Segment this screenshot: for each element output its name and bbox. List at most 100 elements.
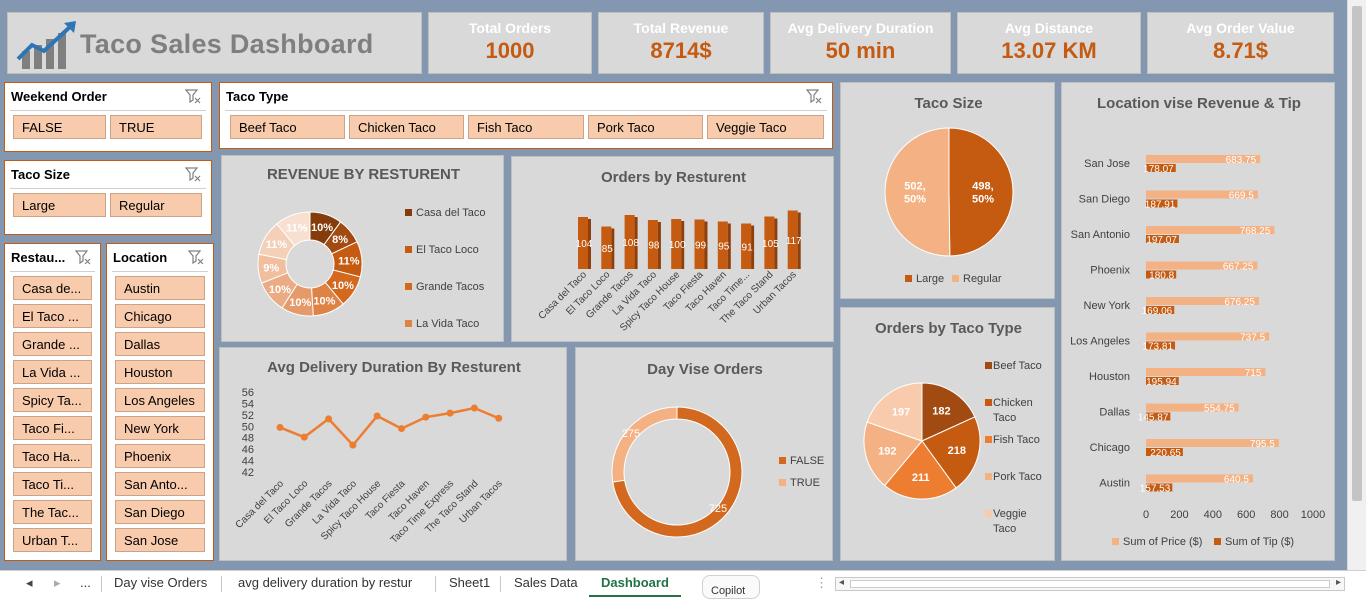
slicer-chip[interactable]: Austin (115, 276, 205, 300)
legend-swatch (985, 362, 992, 369)
category-label: Los Angeles (1070, 336, 1130, 348)
data-label: 187.91 (1145, 200, 1176, 211)
clear-filter-icon[interactable] (185, 166, 201, 182)
slicer-chip[interactable]: Fish Taco (468, 115, 584, 139)
slicer-chip[interactable]: The Tac... (13, 500, 92, 524)
slicer-title: Taco Size (11, 167, 71, 182)
slicer-chip[interactable]: El Taco ... (13, 304, 92, 328)
kpi-total-revenue: Total Revenue 8714$ (598, 12, 764, 74)
slicer-chip[interactable]: New York (115, 416, 205, 440)
data-label: 9% (263, 263, 279, 275)
tick-label: 400 (1204, 509, 1222, 521)
data-label: 180.8 (1149, 271, 1174, 282)
slicer-chip[interactable]: Phoenix (115, 444, 205, 468)
data-label: 715 (1245, 368, 1262, 379)
tab-day-vise-orders[interactable]: Day vise Orders (114, 575, 207, 590)
legend-swatch (405, 320, 412, 327)
data-label: 220.65 (1150, 448, 1181, 459)
legend-label: Beef Taco (993, 360, 1042, 372)
data-label: 108 (622, 238, 639, 249)
tab-dashboard[interactable]: Dashboard (589, 571, 681, 597)
data-label: 98 (648, 241, 660, 252)
slicer-chip[interactable]: Grande ... (13, 332, 92, 356)
slicer-chip[interactable]: Casa de... (13, 276, 92, 300)
tick-label: 48 (242, 433, 254, 445)
slicer-chip[interactable]: Beef Taco (230, 115, 345, 139)
legend-swatch (779, 457, 786, 464)
slicer-chip[interactable]: TRUE (110, 115, 202, 139)
kpi-value: 13.07 KM (1001, 38, 1097, 63)
legend-label: TRUE (790, 477, 820, 489)
horizontal-scrollbar[interactable]: ◂ ▸ (835, 577, 1345, 591)
slicer-chip[interactable]: Urban T... (13, 528, 92, 552)
tab-scroll-prev-icon[interactable]: ◂ (26, 575, 33, 591)
legend-label: FALSE (790, 455, 824, 467)
clear-filter-icon[interactable] (188, 249, 204, 265)
slicer-chip[interactable]: Regular (110, 193, 202, 217)
slicer-chip[interactable]: Taco Ha... (13, 444, 92, 468)
copilot-button[interactable]: Copilot (702, 575, 760, 599)
scrollbar-thumb[interactable] (1352, 6, 1362, 501)
data-label: 676.25 (1224, 297, 1255, 308)
slicer-restaurant: Restau... Casa de... El Taco ... Grande ..… (4, 243, 101, 561)
clear-filter-icon[interactable] (75, 249, 91, 265)
data-label: 50% (904, 194, 926, 206)
legend-swatch (405, 283, 412, 290)
kpi-label: Total Orders (468, 20, 552, 36)
tab-sheet1[interactable]: Sheet1 (449, 575, 490, 590)
tab-avg-delivery-duration[interactable]: avg delivery duration by restur (238, 575, 412, 590)
slicer-chip[interactable]: San Anto... (115, 472, 205, 496)
data-label: 8% (332, 234, 348, 246)
tab-split-handle[interactable]: ⋮ (815, 575, 828, 591)
clear-filter-icon[interactable] (185, 88, 201, 104)
data-label: 211 (912, 472, 930, 484)
data-label: 100 (669, 240, 686, 251)
data-label: 145.87 (1138, 413, 1169, 424)
data-point (495, 414, 503, 422)
orders-by-taco-type-panel: Orders by Taco Type 182 218 211 192 197 Beef … (840, 307, 1055, 561)
data-label: 85 (602, 244, 614, 255)
data-label: 640.5 (1224, 475, 1249, 486)
data-label: 169.06 (1142, 306, 1173, 317)
vertical-scrollbar[interactable] (1347, 0, 1366, 570)
slicer-chip[interactable]: Los Angeles (115, 388, 205, 412)
more-tabs-button[interactable]: ... (80, 575, 91, 590)
slicer-chip[interactable]: Spicy Ta... (13, 388, 92, 412)
legend-label: La Vida Taco (416, 318, 479, 330)
tab-sales-data[interactable]: Sales Data (514, 575, 578, 590)
data-label: 768.25 (1240, 226, 1271, 237)
slicer-chip[interactable]: Veggie Taco (707, 115, 824, 139)
tick-label: 46 (242, 444, 254, 456)
kpi-avg-delivery-duration: Avg Delivery Duration 50 min (770, 12, 951, 74)
legend-swatch (985, 510, 992, 517)
location-revenue-tip-panel: Location vise Revenue & Tip San Jose 683.… (1061, 82, 1335, 561)
scroll-right-icon[interactable]: ▸ (1336, 577, 1341, 588)
series-line (279, 406, 500, 448)
tab-scroll-next-icon[interactable]: ▸ (54, 575, 61, 591)
slicer-chip[interactable]: San Jose (115, 528, 205, 552)
slicer-chip[interactable]: Dallas (115, 332, 205, 356)
slicer-chip[interactable]: Chicago (115, 304, 205, 328)
kpi-value: 1000 (485, 38, 535, 63)
slicer-chip[interactable]: La Vida ... (13, 360, 92, 384)
sheet-tab-bar: ◂ ▸ ... Day vise Orders avg delivery dur… (0, 570, 1366, 599)
slicer-chip[interactable]: Chicken Taco (349, 115, 464, 139)
slicer-chip[interactable]: Houston (115, 360, 205, 384)
slicer-chip[interactable]: Large (13, 193, 106, 217)
data-label: 197 (892, 407, 910, 419)
legend-swatch (405, 246, 412, 253)
legend-swatch (952, 275, 959, 282)
slicer-chip[interactable]: Pork Taco (588, 115, 703, 139)
legend-swatch (1112, 538, 1119, 545)
slicer-chip[interactable]: Taco Ti... (13, 472, 92, 496)
slicer-chip[interactable]: Taco Fi... (13, 416, 92, 440)
scroll-left-icon[interactable]: ◂ (839, 577, 844, 588)
category-label: Chicago (1090, 442, 1130, 454)
scrollbar-thumb[interactable] (850, 580, 1330, 588)
slicer-chip[interactable]: FALSE (13, 115, 106, 139)
legend-swatch (905, 275, 912, 282)
data-label: 10% (269, 284, 291, 296)
tick-label: 200 (1170, 509, 1188, 521)
clear-filter-icon[interactable] (806, 88, 822, 104)
slicer-chip[interactable]: San Diego (115, 500, 205, 524)
